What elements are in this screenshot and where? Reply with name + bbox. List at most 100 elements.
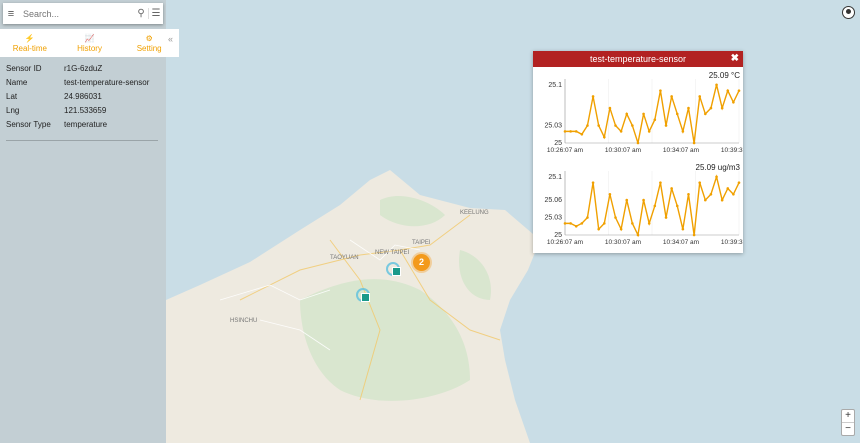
search-icon[interactable]: ⚲ (134, 8, 148, 19)
data-point[interactable] (597, 124, 600, 127)
data-point[interactable] (574, 224, 578, 228)
data-point[interactable] (659, 89, 662, 92)
map-label-keelung: KEELUNG (460, 210, 489, 216)
data-point[interactable] (732, 192, 735, 196)
gear-icon: ⚙ (145, 33, 153, 43)
data-point[interactable] (698, 181, 702, 184)
close-icon[interactable]: ✖ (731, 51, 739, 67)
data-point[interactable] (563, 130, 567, 133)
chart-title: 25.09 ug/m3 (696, 163, 741, 172)
data-point[interactable] (737, 89, 741, 92)
data-point[interactable] (692, 141, 696, 145)
data-point[interactable] (631, 124, 634, 127)
data-point[interactable] (608, 192, 612, 196)
zoom-out-button[interactable]: − (842, 422, 854, 435)
map-label-new-taipei: NEW TAIPEI (375, 250, 410, 256)
data-point[interactable] (726, 89, 730, 92)
data-point[interactable] (625, 112, 629, 116)
data-point[interactable] (636, 233, 640, 237)
y-tick-label: 25.03 (544, 215, 562, 222)
data-point[interactable] (631, 222, 634, 225)
data-point[interactable] (569, 130, 572, 133)
tab-label: Setting (136, 43, 162, 53)
data-point[interactable] (586, 124, 589, 127)
sensor-info: Sensor ID r1G-6zduZ Name test-temperature-… (6, 64, 158, 141)
data-point[interactable] (569, 222, 572, 225)
data-point[interactable] (608, 106, 612, 110)
y-tick-label: 25.1 (548, 174, 562, 181)
data-point[interactable] (709, 192, 713, 196)
search-input[interactable] (19, 8, 134, 19)
user-avatar-icon[interactable] (842, 6, 855, 19)
data-point[interactable] (692, 233, 696, 237)
data-point[interactable] (619, 130, 623, 133)
data-point[interactable] (670, 95, 673, 98)
y-tick-label: 25 (554, 140, 562, 147)
data-point[interactable] (580, 222, 584, 225)
data-point[interactable] (720, 106, 724, 110)
y-tick-label: 25.06 (544, 197, 562, 204)
data-point[interactable] (653, 118, 657, 122)
data-point[interactable] (642, 198, 645, 202)
tab-history[interactable]: 📈 History (60, 29, 120, 57)
cluster-marker[interactable]: 2 (413, 254, 430, 271)
data-point[interactable] (642, 112, 645, 116)
data-point[interactable] (653, 204, 657, 208)
data-point[interactable] (737, 181, 741, 184)
data-point[interactable] (732, 100, 735, 104)
data-point[interactable] (704, 112, 707, 116)
data-point[interactable] (636, 141, 640, 145)
data-point[interactable] (602, 222, 606, 225)
data-point[interactable] (574, 130, 578, 133)
data-point[interactable] (591, 95, 595, 98)
sidebar-panel: Sensor ID r1G-6zduZ Name test-temperature-… (0, 0, 166, 443)
tab-real-time[interactable]: ⚡ Real-time (0, 29, 60, 57)
data-point[interactable] (675, 204, 679, 208)
data-point[interactable] (647, 222, 651, 225)
info-value: r1G-6zduZ (64, 64, 103, 73)
data-point[interactable] (720, 198, 724, 202)
info-key: Lng (6, 106, 20, 115)
data-point[interactable] (687, 192, 690, 196)
info-row: Lng 121.533659 (6, 106, 158, 116)
y-tick-label: 25 (554, 232, 562, 239)
data-point[interactable] (687, 106, 690, 110)
data-point[interactable] (709, 106, 713, 110)
data-point[interactable] (664, 216, 668, 219)
sensor-marker[interactable] (361, 293, 370, 302)
data-point[interactable] (659, 181, 662, 184)
data-point[interactable] (704, 198, 707, 202)
data-point[interactable] (597, 227, 600, 231)
data-point[interactable] (681, 130, 685, 133)
line-chart-icon: 📈 (84, 33, 95, 43)
data-point[interactable] (602, 135, 606, 139)
data-point[interactable] (580, 132, 584, 136)
data-point[interactable] (591, 181, 595, 184)
data-point[interactable] (625, 198, 629, 202)
list-icon[interactable]: ☰ (148, 8, 163, 19)
data-point[interactable] (670, 187, 673, 190)
data-point[interactable] (647, 130, 651, 133)
hamburger-menu-icon[interactable]: ≡ (3, 8, 19, 20)
info-key: Sensor Type (6, 120, 51, 129)
data-point[interactable] (614, 216, 617, 219)
data-point[interactable] (715, 175, 718, 179)
chart-title: 25.09 °C (709, 71, 740, 80)
data-point[interactable] (563, 222, 567, 225)
x-tick-label: 10:39:37 am (721, 239, 743, 246)
data-point[interactable] (726, 187, 730, 190)
data-point[interactable] (619, 227, 623, 231)
collapse-panel-icon[interactable]: « (168, 34, 173, 44)
sensor-marker[interactable] (392, 267, 401, 276)
zoom-control: + − (841, 409, 855, 436)
info-row: Lat 24.986031 (6, 92, 158, 102)
data-point[interactable] (715, 83, 718, 87)
data-point[interactable] (664, 124, 668, 127)
zoom-in-button[interactable]: + (842, 410, 854, 422)
data-point[interactable] (586, 216, 589, 219)
x-tick-label: 10:34:07 am (663, 239, 699, 246)
data-point[interactable] (681, 227, 685, 231)
data-point[interactable] (698, 95, 702, 98)
data-point[interactable] (614, 124, 617, 127)
data-point[interactable] (675, 112, 679, 116)
